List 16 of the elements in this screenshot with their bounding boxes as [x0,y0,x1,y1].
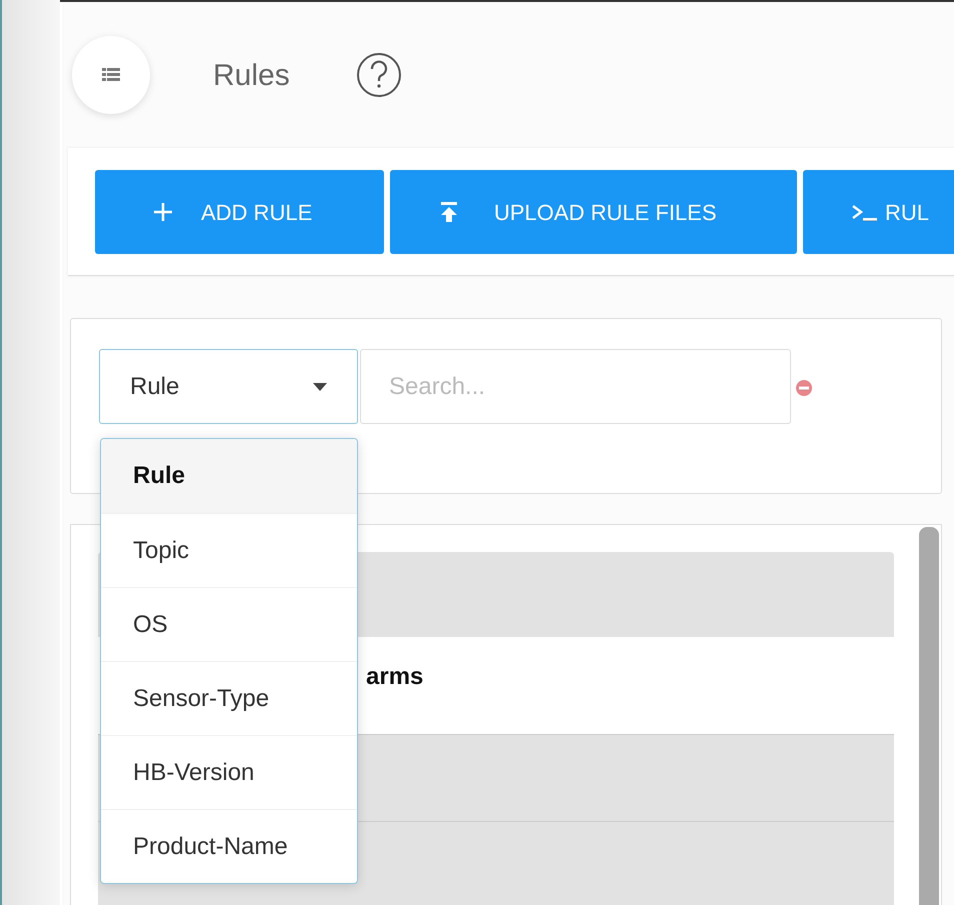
plus-icon [153,202,173,222]
row-title: arms [366,662,424,692]
filter-dropdown[interactable]: Rule [99,349,358,424]
remove-icon[interactable] [795,379,813,397]
dropdown-option[interactable]: Topic [101,513,357,587]
caret-icon [313,382,327,390]
dropdown-option[interactable]: Product-Name [101,809,357,883]
dropdown-option[interactable]: Rule [101,439,357,513]
help-icon[interactable] [356,52,402,98]
list-icon [102,68,120,82]
dropdown-option[interactable]: OS [101,587,357,661]
upload-icon [440,202,458,222]
search-field[interactable]: Search... [360,349,791,424]
dropdown-option[interactable]: Sensor-Type [101,661,357,735]
dropdown-option[interactable]: HB-Version [101,735,357,809]
page-title: Rules [213,58,290,94]
